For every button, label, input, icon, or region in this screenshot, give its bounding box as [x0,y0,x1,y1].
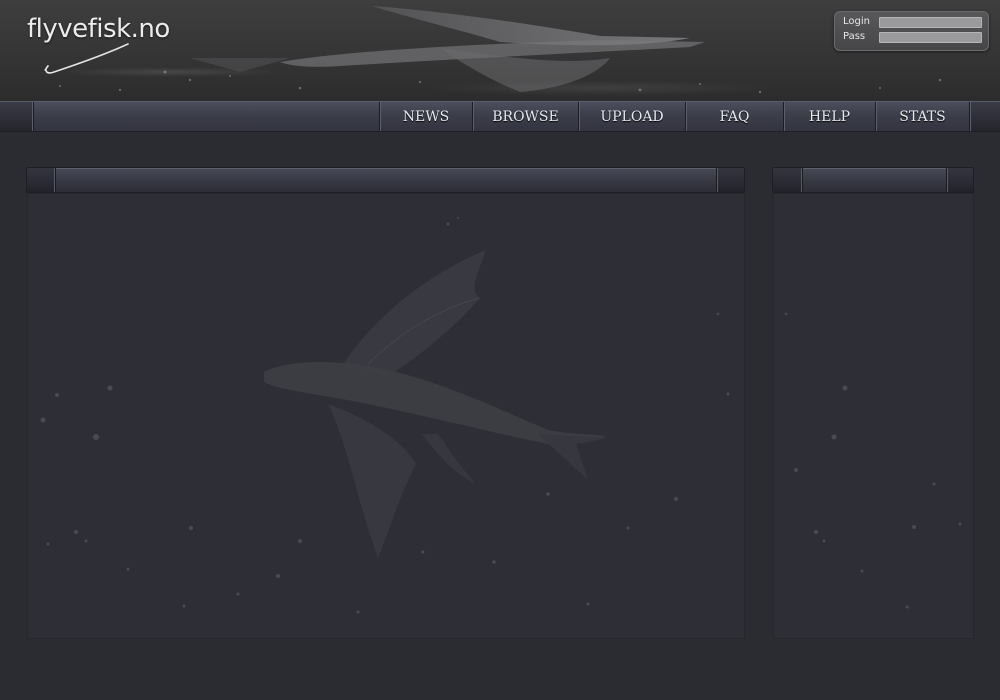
password-input[interactable] [879,32,982,43]
side-panel [773,193,974,639]
side-panel-header-left-cap [773,168,803,192]
nav-right-cap [969,102,1000,131]
flying-fish-background [40,217,730,614]
login-row: Login [835,16,990,30]
main-panel-header-left-cap [27,168,56,192]
nav-item-browse[interactable]: BROWSE [472,102,578,131]
login-input[interactable] [879,17,982,28]
site-logo[interactable]: flyvefisk.no [24,12,174,82]
main-panel-header [26,167,745,193]
nav-left-cap [0,102,34,131]
main-panel-header-right-cap [716,168,744,192]
side-panel-header [772,167,974,193]
nav-item-faq[interactable]: FAQ [685,102,783,131]
logo-text: flyvefisk.no [27,14,170,44]
nav-item-stats[interactable]: STATS [875,102,969,131]
fishing-hook-icon [44,43,129,74]
login-box: Login Pass [834,11,989,51]
nav-item-upload[interactable]: UPLOAD [578,102,685,131]
nav-item-news[interactable]: NEWS [379,102,472,131]
side-panel-header-right-cap [946,168,973,192]
main-nav: NEWS BROWSE UPLOAD FAQ HELP STATS [0,101,1000,132]
nav-item-help[interactable]: HELP [783,102,875,131]
main-panel [27,193,745,639]
header-banner: flyvefisk.no Login Pass [0,0,1000,101]
login-label: Login [843,16,870,27]
side-panel-background [784,312,962,609]
password-row: Pass [835,31,990,45]
pass-label: Pass [843,31,866,42]
